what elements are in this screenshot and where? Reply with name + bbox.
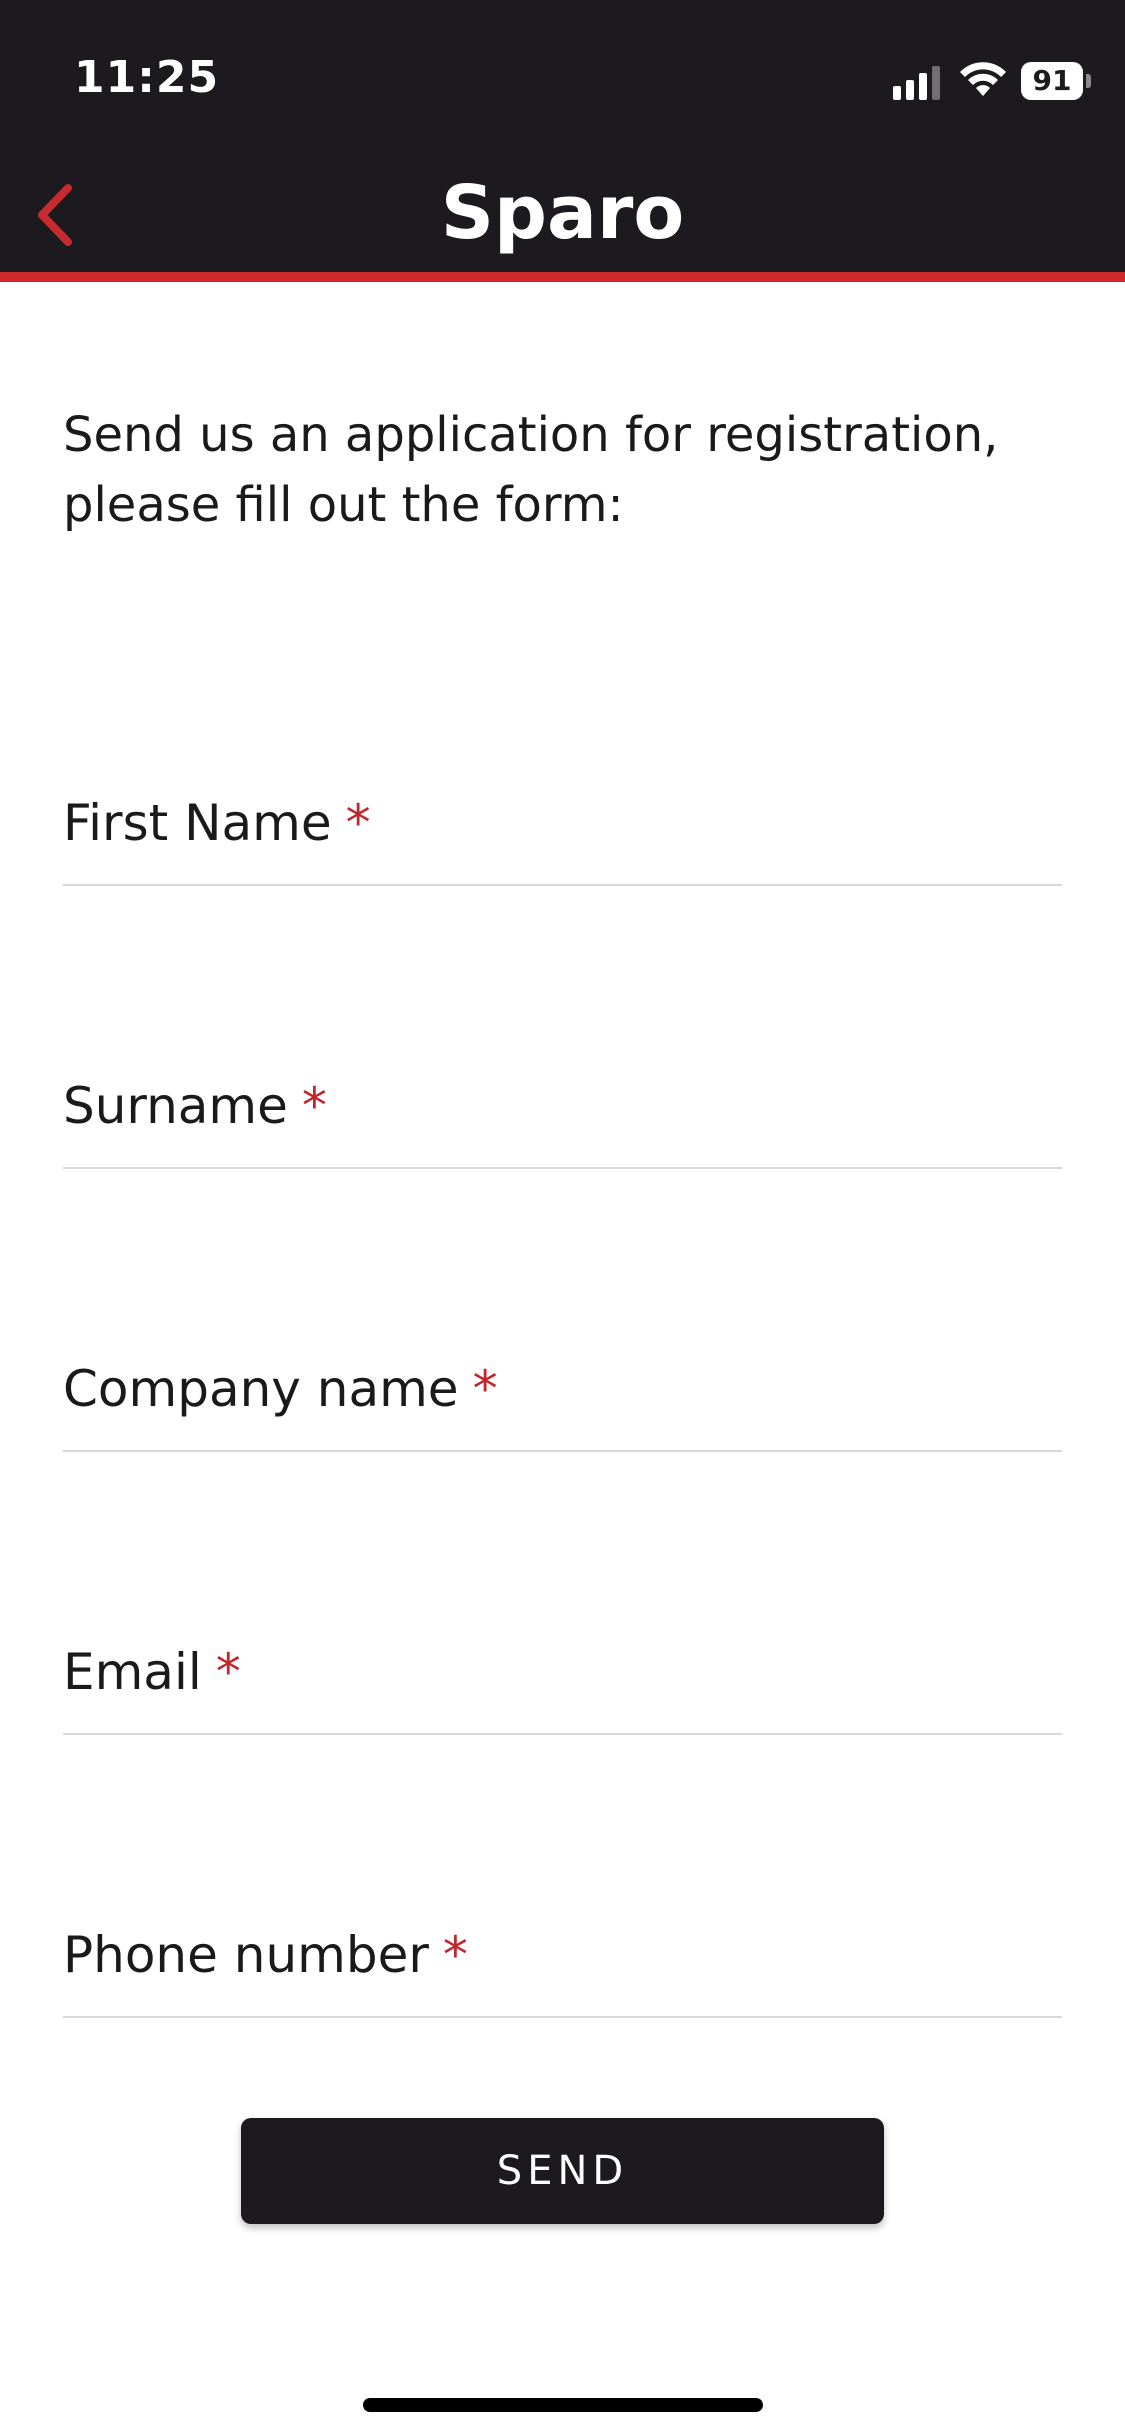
- wifi-icon: [960, 62, 1006, 96]
- signal-icon: [893, 66, 940, 100]
- page-title: Sparo: [440, 170, 685, 256]
- first-name-input[interactable]: [63, 784, 1066, 886]
- battery-level: 91: [1021, 62, 1083, 100]
- top-bar: 11:25 91 Sparo: [0, 0, 1125, 272]
- email-field[interactable]: Email *: [63, 1633, 1066, 1735]
- intro-text: Send us an application for registration,…: [63, 407, 999, 533]
- email-input[interactable]: [63, 1633, 1066, 1735]
- company-name-field[interactable]: Company name *: [63, 1350, 1066, 1452]
- registration-screen: 11:25 91 Sparo Send us an application fo…: [0, 0, 1125, 2436]
- battery-icon: 91: [1021, 62, 1091, 100]
- surname-field[interactable]: Surname *: [63, 1067, 1066, 1169]
- phone-number-input[interactable]: [63, 1916, 1066, 2018]
- send-button[interactable]: SEND: [241, 2118, 884, 2224]
- first-name-field[interactable]: First Name *: [63, 784, 1066, 886]
- company-name-input[interactable]: [63, 1350, 1066, 1452]
- status-time: 11:25: [74, 52, 220, 103]
- surname-input[interactable]: [63, 1067, 1066, 1169]
- battery-tip: [1086, 74, 1091, 88]
- header-accent-line: [0, 272, 1125, 282]
- home-indicator[interactable]: [363, 2398, 763, 2412]
- phone-number-field[interactable]: Phone number *: [63, 1916, 1066, 2018]
